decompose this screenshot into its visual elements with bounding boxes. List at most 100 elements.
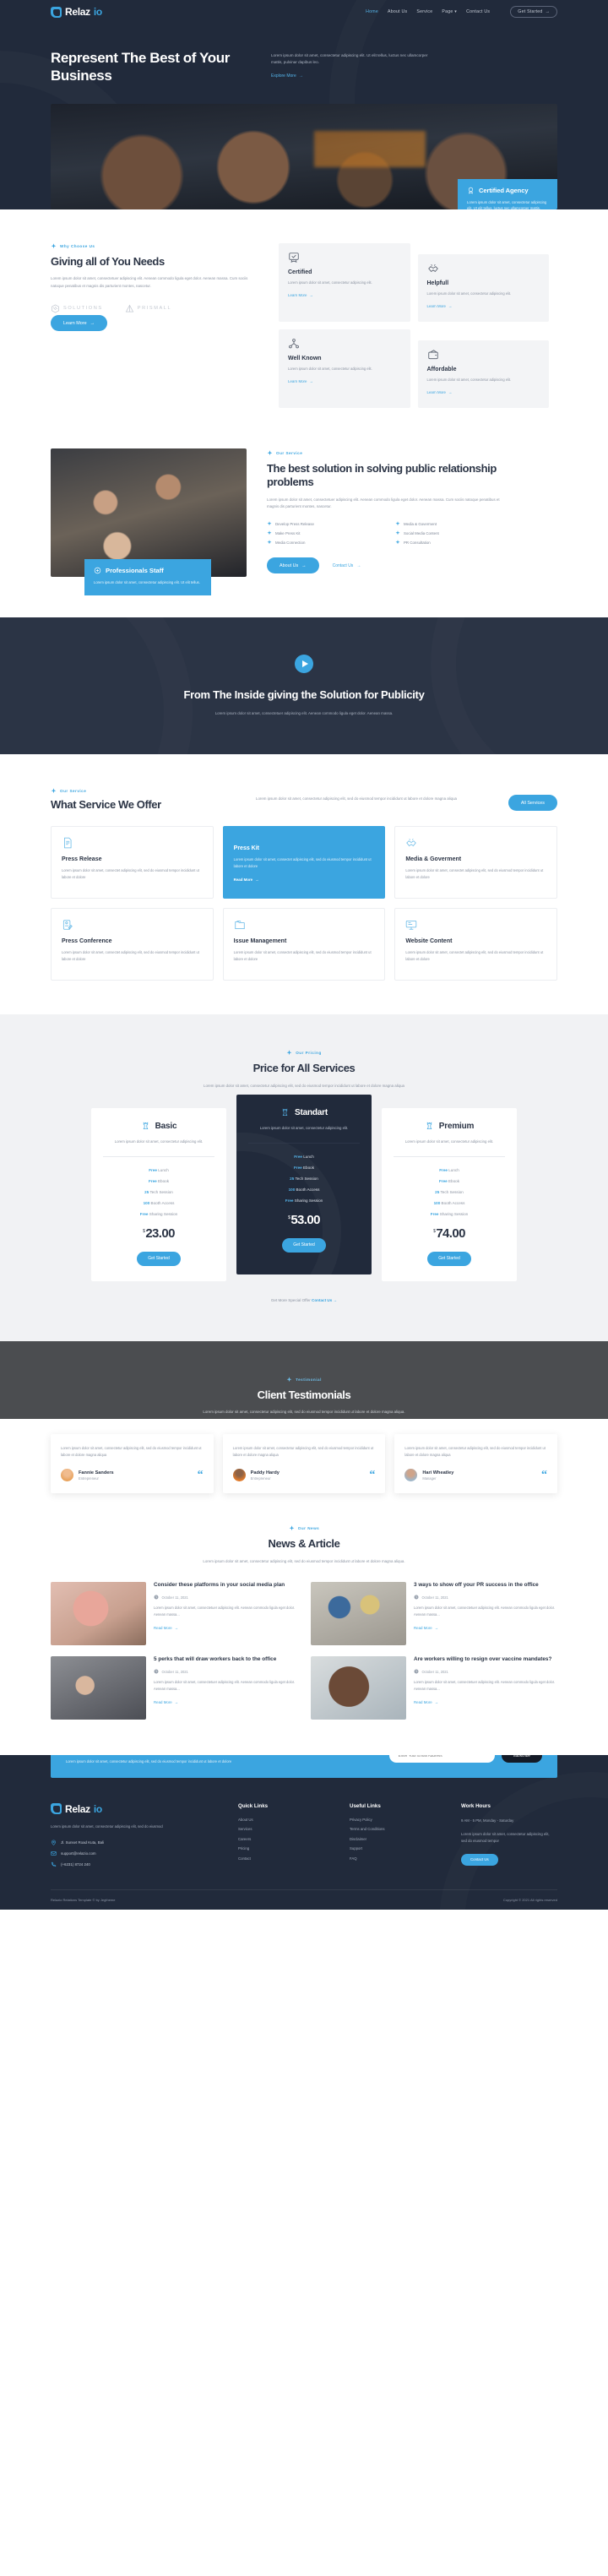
avatar [404, 1469, 418, 1482]
plan-name-row: Standart [248, 1108, 360, 1117]
rook-icon [143, 1122, 149, 1130]
certified-agency-badge: Certified Agency Lorem ipsum dolor sit a… [458, 178, 557, 209]
footer-contact-us-button[interactable]: Contact Us [461, 1853, 498, 1866]
play-button[interactable] [295, 655, 313, 674]
logo-text-dark: Relaz [65, 6, 90, 18]
hero-title: Represent The Best of Your Business [51, 50, 230, 84]
video-cta-section: From The Inside giving the Solution for … [0, 617, 608, 755]
certified-agency-title: Certified Agency [467, 187, 548, 194]
footer-link[interactable]: FAQ [350, 1856, 442, 1861]
feature-card-affordable[interactable]: Affordable Lorem ipsum dolor sit amet, c… [417, 340, 549, 409]
news-item-title: Are workers willing to resign over vacci… [414, 1656, 552, 1663]
news-thumbnail [51, 1656, 146, 1720]
solution-about-us-button[interactable]: About Us → [267, 557, 319, 574]
footer-link[interactable]: Pricing [238, 1846, 331, 1850]
check-badge-icon [395, 530, 400, 535]
newsletter-subscribe-button[interactable]: Subscribe [501, 1755, 542, 1764]
arrow-right-icon: → [448, 303, 453, 308]
news-item[interactable]: Are workers willing to resign over vacci… [311, 1656, 557, 1720]
nav-item-home[interactable]: Home [366, 9, 378, 14]
news-description: Lorem ipsum dolor sit amet, consectetur … [203, 1559, 405, 1564]
nav-item-about-us[interactable]: About Us [388, 9, 407, 14]
footer-link[interactable]: Careers [238, 1837, 331, 1841]
services-eyebrow: Our Service [51, 788, 241, 794]
footer-link[interactable]: Contact [238, 1856, 331, 1861]
plan-get-started-button[interactable]: Get Started [137, 1251, 181, 1266]
checklist-item: Media Connection [267, 540, 383, 545]
service-card-press-kit[interactable]: Press Kit Lorem ipsum dolor sit amet, co… [222, 826, 386, 899]
news-item[interactable]: Consider these platforms in your social … [51, 1582, 297, 1646]
footer-link[interactable]: Terms and Conditions [350, 1827, 442, 1831]
spark-icon [267, 450, 273, 456]
newsletter-email-input[interactable] [388, 1755, 495, 1764]
footer-contact-email[interactable]: support@relazio.com [51, 1850, 220, 1856]
all-services-button[interactable]: All Services [508, 795, 557, 812]
news-read-more-link[interactable]: Read More → [414, 1700, 438, 1704]
footer-quick-links-column: Quick Links About Us Services Careers Pr… [238, 1803, 331, 1867]
service-title: Press Release [62, 856, 102, 863]
testimonial-role: Manager [422, 1476, 437, 1481]
feature-learn-more-link[interactable]: Learn More → [427, 390, 453, 394]
prismall-logo-icon [125, 304, 133, 312]
logo[interactable]: Relaz io [51, 6, 102, 18]
footer-link[interactable]: Support [350, 1846, 442, 1850]
why-learn-more-button[interactable]: Learn More → [51, 315, 107, 332]
news-read-more-link[interactable]: Read More → [154, 1700, 178, 1704]
service-card-press-conference[interactable]: Press Conference Lorem ipsum dolor sit a… [51, 908, 214, 981]
professionals-staff-title: Professionals Staff [94, 567, 202, 574]
folder-icon [235, 921, 245, 930]
feature-card-well-known[interactable]: Well Known Lorem ipsum dolor sit amet, c… [279, 329, 410, 409]
solution-contact-us-link[interactable]: Contact Us → [333, 563, 361, 568]
service-card-issue-management[interactable]: Issue Management Lorem ipsum dolor sit a… [222, 908, 386, 981]
footer-link[interactable]: About Us [238, 1818, 331, 1822]
testimonial-name: Paddy Hardy [250, 1470, 280, 1475]
news-item[interactable]: 5 perks that will draw workers back to t… [51, 1656, 297, 1720]
footer-link[interactable]: Services [238, 1827, 331, 1831]
news-read-more-link[interactable]: Read More → [414, 1626, 438, 1630]
footer-contact-phone[interactable]: (+6231) 8724 240 [51, 1861, 220, 1867]
feature-learn-more-link[interactable]: Learn More → [288, 293, 313, 297]
plan-get-started-button[interactable]: Get Started [427, 1251, 471, 1266]
feature-learn-more-link[interactable]: Learn More → [427, 304, 453, 308]
hero-explore-more-link[interactable]: Explore More → [271, 73, 303, 79]
pricing-contact-us-link[interactable]: Contact Us → [312, 1298, 337, 1302]
divider [103, 1156, 214, 1157]
service-read-more-link[interactable]: Read More → [234, 878, 259, 882]
nav-get-started-button[interactable]: Get Started → [510, 5, 557, 19]
service-card-website-content[interactable]: Website Content Lorem ipsum dolor sit am… [394, 908, 557, 981]
footer-column-title: Quick Links [238, 1802, 269, 1809]
plan-feature: 100 Booth Access [143, 1200, 175, 1205]
footer-link[interactable]: Disclaimer [350, 1837, 442, 1841]
footer-logo[interactable]: Relaz io [51, 1803, 220, 1815]
plan-feature: Free Lunch [149, 1167, 169, 1172]
services-header: Our Service What Service We Offer Lorem … [51, 788, 557, 812]
footer-hours-note: Lorem ipsum dolor sit amet, consectetur … [461, 1831, 550, 1843]
news-read-more-link[interactable]: Read More → [154, 1626, 178, 1630]
plan-feature: 25 Tech Session [435, 1189, 464, 1194]
nav-item-service[interactable]: Service [416, 9, 432, 14]
plan-price: $23.00 [143, 1226, 175, 1241]
footer-column-title: Work Hours [461, 1802, 491, 1809]
footer-about-column: Relaz io Lorem ipsum dolor sit amet, cons… [51, 1803, 220, 1867]
testimonials-description: Lorem ipsum dolor sit amet, consectetur … [203, 1409, 405, 1414]
plan-get-started-button[interactable]: Get Started [282, 1237, 326, 1253]
news-item[interactable]: 3 ways to show off your PR success in th… [311, 1582, 557, 1646]
feature-card-helpfull[interactable]: Helpfull Lorem ipsum dolor sit amet, con… [417, 253, 549, 322]
plan-name-row: Basic [103, 1122, 214, 1131]
plan-feature: Free Lunch [294, 1154, 314, 1159]
footer-contact-address[interactable]: Jl. Sunset Road Kuta, Bali [51, 1840, 220, 1845]
news-item-date: October 11, 2021 [154, 1595, 297, 1600]
arrow-right-icon: → [309, 379, 313, 384]
services-section: Our Service What Service We Offer Lorem … [0, 754, 608, 1014]
feature-learn-more-link[interactable]: Learn More → [288, 379, 313, 383]
footer-link[interactable]: Privacy Policy [350, 1818, 442, 1822]
service-card-press-release[interactable]: Press Release Lorem ipsum dolor sit amet… [51, 826, 214, 899]
arrow-right-icon: → [434, 1699, 439, 1704]
feature-card-certified[interactable]: Certified Lorem ipsum dolor sit amet, co… [279, 242, 410, 322]
nav-item-contact-us[interactable]: Contact Us [466, 9, 490, 14]
nav-item-page[interactable]: Page ▾ [442, 9, 457, 14]
plan-feature: 100 Booth Access [433, 1200, 465, 1205]
service-card-media-goverment[interactable]: Media & Goverment Lorem ipsum dolor sit … [394, 826, 557, 899]
hero-text-block: Lorem ipsum dolor sit amet, consectetur … [271, 49, 432, 85]
newsletter-box: Join Our Newsletter Lorem ipsum dolor si… [51, 1755, 557, 1778]
